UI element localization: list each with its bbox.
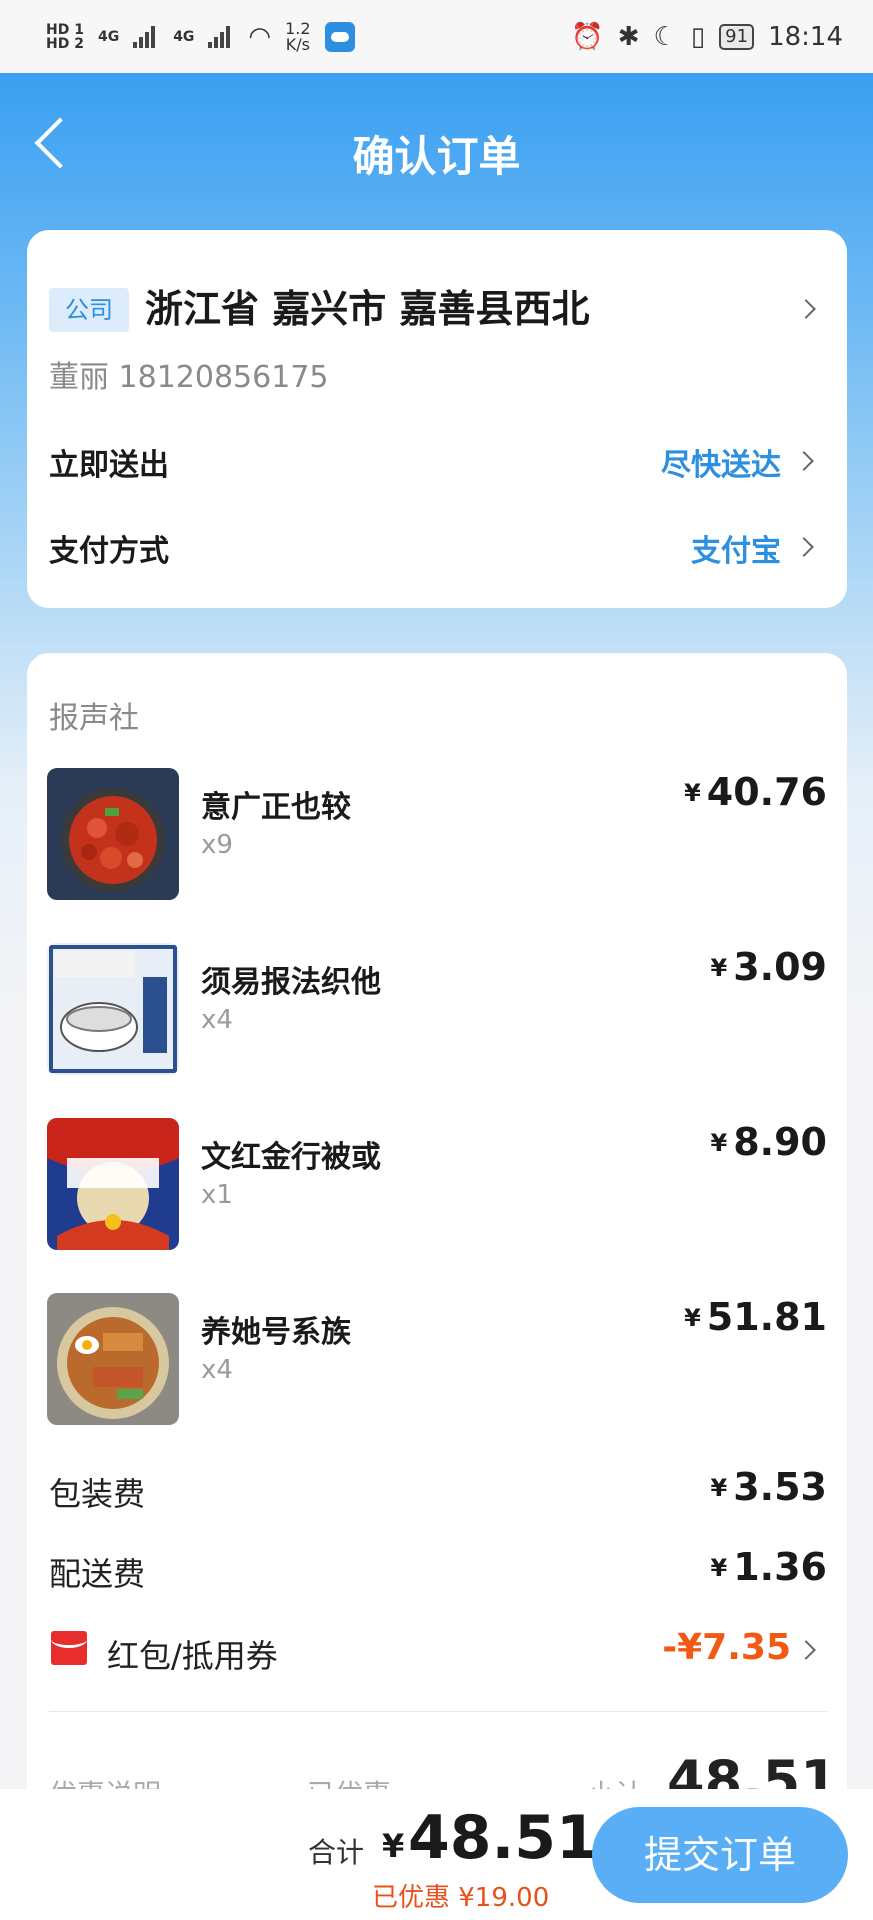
wifi-icon: ◠: [248, 21, 272, 52]
payment-method-value[interactable]: 支付宝: [691, 526, 781, 570]
packaging-fee-label: 包装费: [49, 1475, 146, 1513]
coupon-value[interactable]: -¥7.35: [662, 1627, 791, 1668]
item-quantity: x1: [201, 1180, 233, 1210]
bluetooth-icon: ✱: [617, 21, 640, 52]
item-name: 意广正也较: [201, 790, 351, 825]
clock: 18:14: [768, 21, 843, 52]
item-image: [47, 1293, 179, 1425]
network-type-2: 4G: [173, 28, 195, 45]
alarm-icon: ⏰: [571, 21, 604, 52]
item-price: ¥51.81: [684, 1295, 827, 1339]
item-image: [47, 768, 179, 900]
page-title: 确认订单: [352, 132, 521, 181]
checkout-bar: 合计 ¥ 48.51 已优惠 ¥19.00 提交订单: [0, 1789, 873, 1920]
list-item[interactable]: 文红金行被或 x1 ¥8.90: [47, 1118, 827, 1250]
item-price: ¥40.76: [684, 770, 827, 814]
delivery-address: 浙江省 嘉兴市 嘉善县西北: [145, 287, 590, 331]
contact-info: 董丽 18120856175: [49, 360, 329, 395]
total-amount: 48.51: [408, 1803, 598, 1873]
coupon-label: 红包/抵用券: [107, 1637, 278, 1675]
packaging-fee-value: ¥3.53: [710, 1465, 827, 1509]
nav-bar: 确认订单: [0, 73, 873, 223]
item-price: ¥8.90: [710, 1120, 827, 1164]
item-image: [47, 943, 179, 1075]
do-not-disturb-icon: ☾: [653, 21, 677, 52]
total-label: 合计: [308, 1836, 365, 1869]
shop-name: 报声社: [49, 701, 139, 736]
submit-order-button[interactable]: 提交订单: [592, 1807, 848, 1903]
item-quantity: x4: [201, 1005, 233, 1035]
item-price: ¥3.09: [710, 945, 827, 989]
item-name: 须易报法织他: [201, 965, 381, 1000]
signal-icon: [133, 25, 159, 48]
address-tag: 公司: [49, 288, 129, 332]
sim-indicator: HD 1 HD 2: [46, 21, 84, 52]
list-item[interactable]: 意广正也较 x9 ¥40.76: [47, 768, 827, 900]
saved-amount: 已优惠 ¥19.00: [372, 1883, 550, 1913]
delivery-fee-value: ¥1.36: [710, 1545, 827, 1589]
list-item[interactable]: 养她号系族 x4 ¥51.81: [47, 1293, 827, 1425]
chevron-right-icon: [796, 299, 816, 319]
delivery-time-label: 立即送出: [49, 448, 169, 483]
delivery-time-value[interactable]: 尽快送达: [661, 440, 781, 484]
list-item[interactable]: 须易报法织他 x4 ¥3.09: [47, 943, 827, 1075]
order-card: 报声社 意广正也较 x9 ¥40.76 须易报法织他 x4 ¥ 3.09 文红金…: [27, 653, 847, 1920]
item-quantity: x9: [201, 830, 233, 860]
divider: [49, 1711, 827, 1712]
chevron-right-icon: [796, 1640, 816, 1660]
item-quantity: x4: [201, 1355, 233, 1385]
total-currency: ¥: [382, 1827, 405, 1865]
payment-method-label: 支付方式: [49, 534, 169, 569]
status-bar: HD 1 HD 2 4G 4G ◠ 1.2 K/s ⏰ ✱ ☾ ▯ 91 18:…: [0, 0, 873, 73]
network-speed: 1.2 K/s: [285, 18, 311, 54]
delivery-fee-label: 配送费: [49, 1555, 146, 1593]
red-packet-icon: [51, 1631, 87, 1665]
battery-icon: 91: [719, 23, 755, 50]
address-card[interactable]: 公司 浙江省 嘉兴市 嘉善县西北 董丽 18120856175 立即送出 尽快送…: [27, 230, 847, 608]
vibrate-icon: ▯: [690, 21, 706, 52]
weather-app-icon: [324, 21, 355, 52]
item-image: [47, 1118, 179, 1250]
chevron-right-icon: [794, 537, 814, 557]
network-type-1: 4G: [97, 28, 120, 45]
chevron-right-icon: [794, 451, 814, 471]
signal-icon-2: [208, 25, 234, 48]
item-name: 养她号系族: [201, 1315, 351, 1350]
item-name: 文红金行被或: [201, 1140, 381, 1175]
